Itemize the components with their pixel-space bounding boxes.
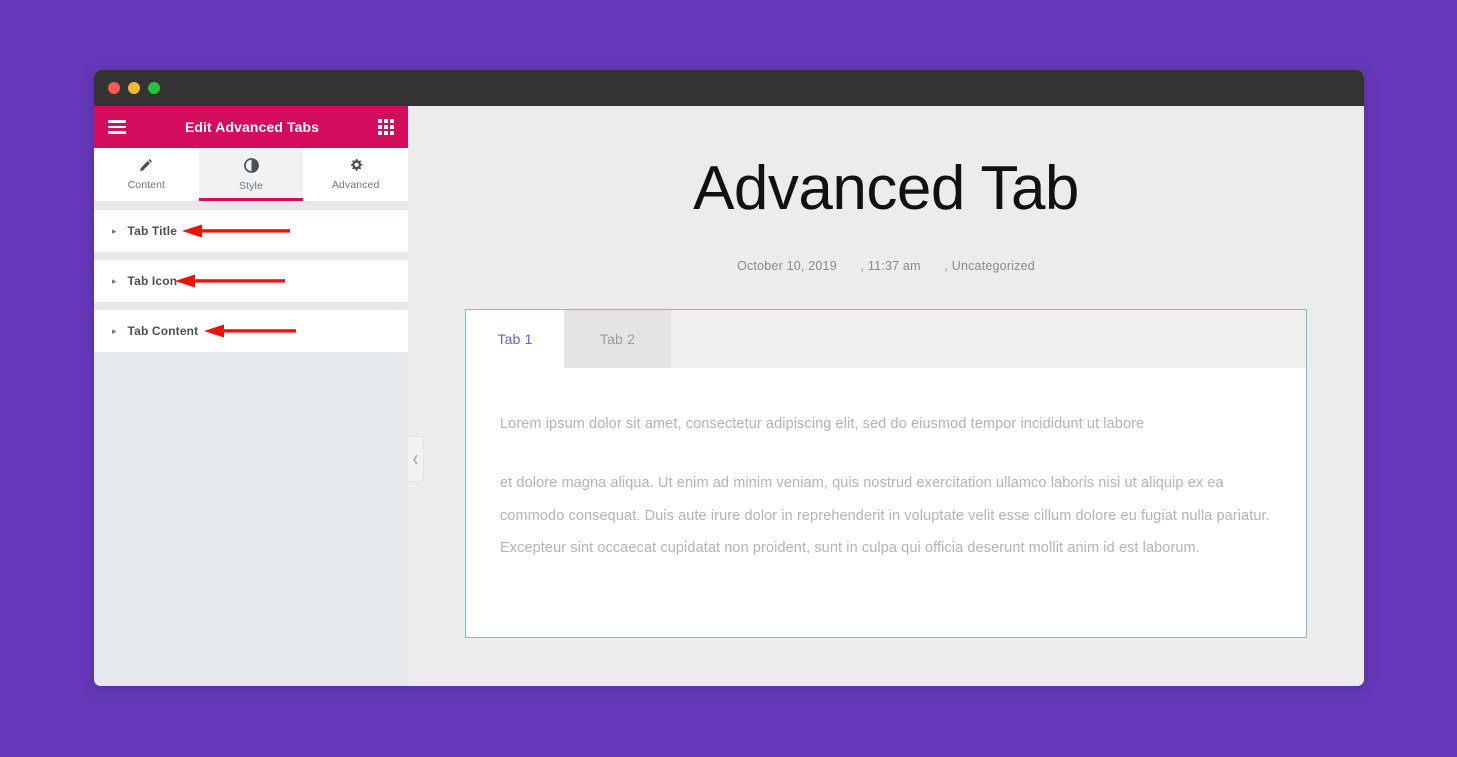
panel-section-list: ▸ Tab Title ▸ Tab Icon ▸ Tab Content	[94, 202, 408, 686]
post-category: , Uncategorized	[944, 259, 1035, 274]
section-tab-icon[interactable]: ▸ Tab Icon	[94, 260, 408, 302]
annotation-arrow-tab-icon	[175, 274, 285, 288]
advanced-tabs-widget[interactable]: Tab 1 Tab 2 Lorem ipsum dolor sit amet, …	[465, 309, 1307, 639]
tab-advanced[interactable]: Advanced	[303, 148, 408, 201]
widget-paragraph: et dolore magna aliqua. Ut enim ad minim…	[500, 475, 1270, 557]
section-tab-content[interactable]: ▸ Tab Content	[94, 310, 408, 352]
editor-panel: Edit Advanced Tabs Content Style Advance…	[94, 106, 408, 686]
post-meta: October 10, 2019 , 11:37 am , Uncategori…	[408, 259, 1364, 273]
minimize-window-button[interactable]	[128, 82, 140, 94]
tab-content[interactable]: Content	[94, 148, 199, 201]
section-tab-title-label: Tab Title	[127, 224, 178, 238]
preview-canvas: Advanced Tab October 10, 2019 , 11:37 am…	[408, 106, 1364, 686]
widget-tab-2-label: Tab 2	[599, 331, 636, 348]
widget-tab-panel: Lorem ipsum dolor sit amet, consectetur …	[466, 368, 1306, 637]
chevron-left-icon: ❮	[411, 453, 420, 464]
page-title: Advanced Tab	[693, 154, 1079, 223]
post-time: , 11:37 am	[860, 259, 921, 274]
panel-tab-bar: Content Style Advanced	[94, 148, 408, 202]
gear-icon	[349, 158, 363, 174]
tab-style[interactable]: Style	[198, 148, 304, 201]
chevron-right-icon: ▸	[112, 225, 117, 236]
window-body: Edit Advanced Tabs Content Style Advance…	[94, 106, 1364, 686]
widget-tab-2[interactable]: Tab 2	[564, 310, 671, 369]
chevron-right-icon: ▸	[112, 275, 117, 286]
annotation-arrow-tab-title	[182, 224, 290, 238]
section-tab-title[interactable]: ▸ Tab Title	[94, 210, 408, 252]
post-date: October 10, 2019	[737, 259, 837, 274]
grid-icon[interactable]	[378, 119, 394, 135]
panel-title: Edit Advanced Tabs	[184, 119, 320, 135]
hamburger-icon[interactable]	[108, 120, 126, 134]
section-tab-content-label: Tab Content	[127, 324, 199, 338]
annotation-arrow-tab-content	[204, 324, 296, 338]
widget-paragraph: Lorem ipsum dolor sit amet, consectetur …	[500, 416, 1145, 433]
section-tab-icon-label: Tab Icon	[127, 274, 178, 288]
window-titlebar	[94, 70, 1364, 106]
panel-header: Edit Advanced Tabs	[94, 106, 408, 148]
pencil-icon	[139, 158, 153, 174]
contrast-icon	[243, 157, 259, 175]
maximize-window-button[interactable]	[148, 82, 160, 94]
tab-content-label: Content	[127, 179, 166, 191]
widget-tab-1[interactable]: Tab 1	[466, 310, 564, 369]
tab-style-label: Style	[239, 179, 263, 192]
browser-window: Edit Advanced Tabs Content Style Advance…	[94, 70, 1364, 686]
panel-collapse-handle[interactable]: ❮	[408, 436, 424, 482]
widget-tab-bar: Tab 1 Tab 2	[466, 310, 1306, 369]
tab-advanced-label: Advanced	[331, 179, 380, 191]
widget-tab-1-label: Tab 1	[497, 331, 533, 348]
chevron-right-icon: ▸	[112, 325, 117, 336]
close-window-button[interactable]	[108, 82, 120, 94]
